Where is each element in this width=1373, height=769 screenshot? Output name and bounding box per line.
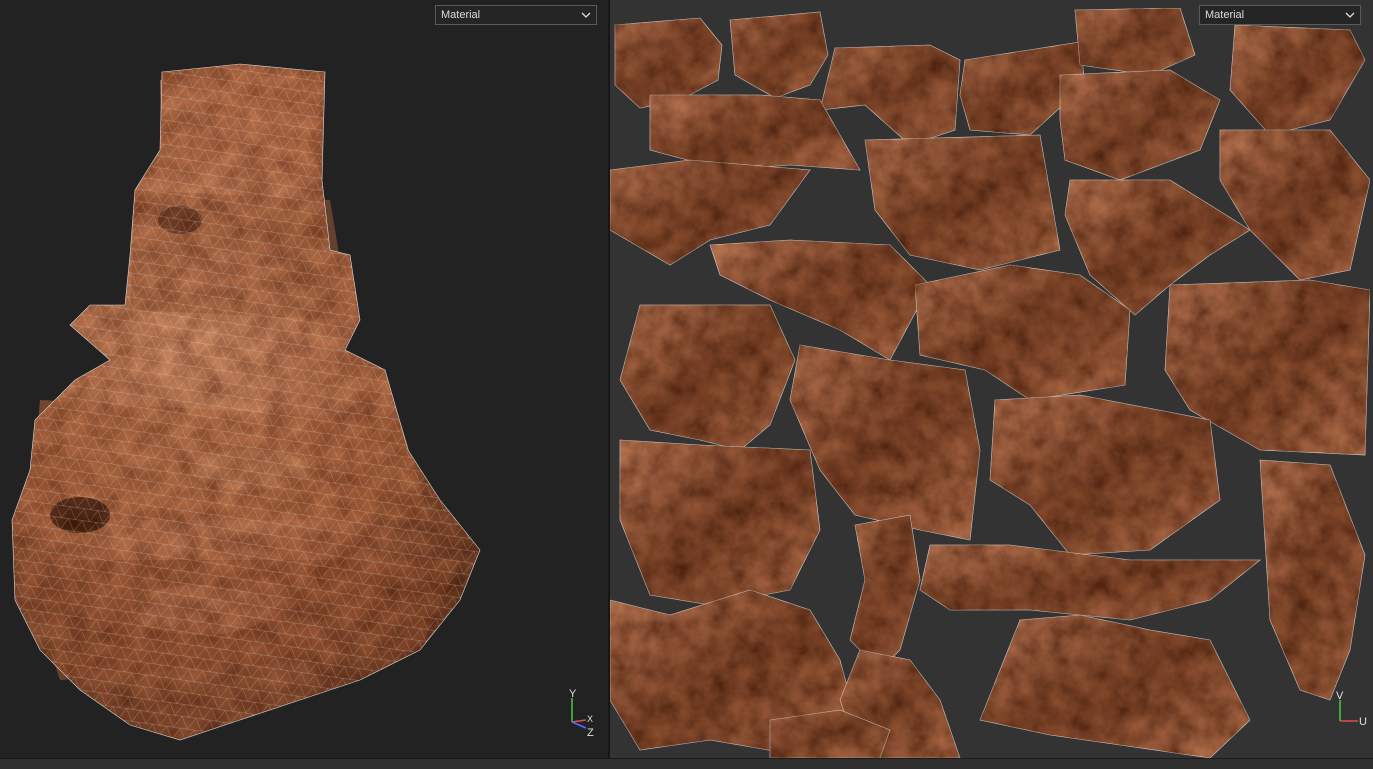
rock-mesh-3d[interactable] — [0, 0, 608, 758]
axis-gizmo-3d: Y X Z — [569, 688, 594, 738]
app-window: Material Y X Z Material V U — [0, 0, 1373, 769]
axis-label-y: Y — [569, 688, 577, 700]
chevron-down-icon — [1345, 10, 1355, 20]
axis-label-z: Z — [587, 727, 594, 738]
axis-gizmo-uv: V U — [1336, 690, 1367, 728]
shading-mode-value: Material — [1205, 9, 1245, 21]
viewport-uv[interactable]: Material V U — [610, 0, 1373, 758]
status-bar — [0, 758, 1373, 769]
shading-mode-dropdown-uv[interactable]: Material — [1199, 5, 1361, 25]
shading-mode-value: Material — [441, 9, 481, 21]
shading-mode-dropdown-3d[interactable]: Material — [435, 5, 597, 25]
chevron-down-icon — [581, 10, 591, 20]
viewport-3d[interactable]: Material Y X Z — [0, 0, 608, 758]
uv-islands[interactable] — [610, 0, 1373, 758]
axis-label-x: X — [587, 714, 593, 724]
axis-label-u: U — [1359, 716, 1367, 728]
axis-label-v: V — [1336, 690, 1344, 702]
